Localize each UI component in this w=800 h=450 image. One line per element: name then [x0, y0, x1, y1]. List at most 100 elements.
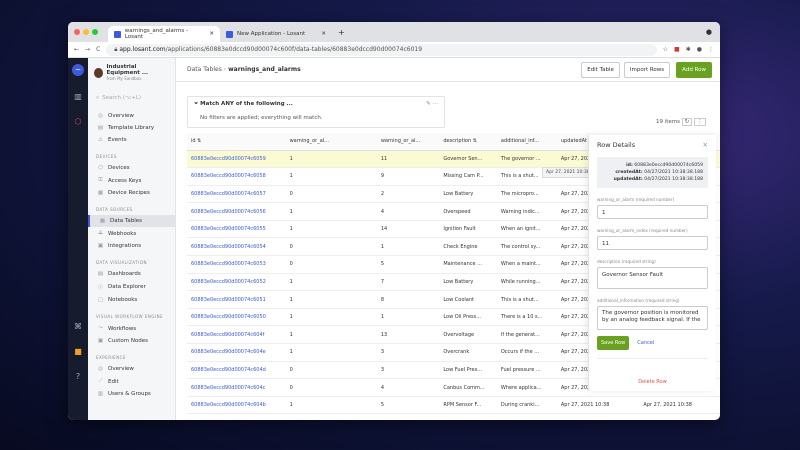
warning-or-alarm-input[interactable]: 1: [597, 205, 708, 219]
sidebar-item-icon: ⚿: [98, 177, 103, 183]
row-id-link[interactable]: 60883e0eccd90d00074c604b: [187, 396, 286, 415]
new-tab-button[interactable]: +: [338, 28, 345, 37]
edit-table-button[interactable]: Edit Table: [581, 61, 620, 78]
sidebar-item-overview[interactable]: ◎ Overview: [88, 110, 175, 122]
refresh-button[interactable]: ↻: [681, 118, 693, 126]
sidebar-item-webhooks[interactable]: ⟁ Webhooks: [88, 227, 175, 240]
description-textarea[interactable]: Governor Sensor Fault: [597, 267, 708, 289]
updated-label: updatedAt:: [613, 177, 643, 182]
cancel-button[interactable]: Cancel: [637, 340, 654, 346]
losant-logo-icon[interactable]: ~: [72, 64, 84, 76]
sidebar-item-dashboards[interactable]: ▤ Dashboards: [88, 268, 175, 280]
table-cell: 5: [376, 396, 440, 415]
back-icon[interactable]: ←: [74, 46, 79, 53]
sidebar-item-notebooks[interactable]: ▢ Notebooks: [88, 294, 175, 306]
row-id-link[interactable]: 60883e0eccd90d00074c6053: [187, 255, 286, 274]
warning-or-alarm-index-input[interactable]: 11: [597, 236, 708, 250]
table-cell: 8: [376, 290, 440, 309]
add-row-button[interactable]: Add Row: [676, 61, 712, 78]
sidebar-item-edit[interactable]: ⟋ Edit: [88, 375, 175, 388]
column-header[interactable]: warning_or_al...: [376, 133, 440, 151]
sidebar-item-data-tables[interactable]: ▦ Data Tables: [88, 215, 175, 227]
forward-icon[interactable]: →: [85, 46, 90, 53]
application-cube-icon[interactable]: ⬡: [75, 117, 82, 126]
url-input[interactable]: 🔒︎ app.losant.com/applications/60883e0dc…: [106, 43, 657, 56]
table-cell: Apr 27, 2021 10:38: [556, 396, 640, 415]
save-row-button[interactable]: Save Row: [597, 336, 630, 350]
row-updated: 04/27/2021 10:38:38.188: [644, 177, 703, 182]
sidebar-item-access-keys[interactable]: ⚿ Access Keys: [88, 174, 175, 187]
browser-tab[interactable]: New Application - Losant ✕: [220, 26, 332, 42]
sidebar-section-title: DATA VISUALIZATION: [96, 260, 148, 265]
row-id-link[interactable]: 60883e0eccd90d00074c604f: [187, 325, 286, 345]
row-id-link[interactable]: 60883e0eccd90d00074c6058: [187, 167, 286, 186]
row-id-link[interactable]: 60883e0eccd90d00074c604c: [187, 378, 286, 397]
table-cell: Apr 27, 2021 10:38: [639, 396, 720, 415]
table-cell: 0: [285, 255, 377, 274]
sidebar-item-events[interactable]: ⚠ Events: [88, 134, 175, 146]
additional-information-textarea[interactable]: The governor position is monitored by an…: [597, 306, 708, 330]
account-icon[interactable]: ●: [697, 46, 702, 53]
column-header[interactable]: additional_inf...: [496, 133, 557, 151]
row-details-panel: Row Details ✕ id: 60883e0eccd90d00074c605…: [588, 135, 716, 391]
row-id-link[interactable]: 60883e0eccd90d00074c6056: [187, 202, 286, 221]
breadcrumb-data-tables[interactable]: Data Tables: [187, 66, 222, 73]
table-row[interactable]: 60883e0eccd90d00074c604b 1 5 RPM Sensor F..…: [187, 396, 720, 415]
row-id-link[interactable]: 60883e0eccd90d00074c604e: [187, 343, 286, 362]
row-id-link[interactable]: 60883e0eccd90d00074c6059: [187, 150, 286, 169]
table-row[interactable]: 60883e0eccd90d00074c604a12High Coolant .…: [187, 413, 720, 420]
organization-avatar-icon[interactable]: ■: [74, 347, 82, 356]
table-cell: 1: [285, 202, 377, 221]
delete-row-button[interactable]: Delete Row: [597, 379, 708, 385]
integrations-icon[interactable]: ⌘: [74, 322, 82, 331]
table-cell: 5: [376, 255, 440, 274]
sidebar-item-workflows[interactable]: ⤳ Workflows: [88, 322, 175, 335]
sidebar-item-users-groups[interactable]: ▥ Users & Groups: [88, 388, 175, 400]
column-header[interactable]: id ⇅: [187, 133, 286, 151]
sidebar-item-device-recipes[interactable]: ▦ Device Recipes: [88, 187, 175, 199]
table-cell: 7: [376, 273, 440, 292]
maximize-window-button[interactable]: [92, 29, 98, 35]
row-id-link[interactable]: 60883e0eccd90d00074c6050: [187, 308, 286, 327]
filter-box[interactable]: ⏷ Match ANY of the following ... ✎ ⋯ No f…: [187, 96, 445, 128]
row-id-link[interactable]: 60883e0eccd90d00074c604a: [187, 413, 286, 420]
created-label: createdAt:: [615, 170, 643, 175]
table-cell: 1: [285, 396, 377, 415]
close-tab-icon[interactable]: ✕: [321, 31, 326, 37]
sidebar-item-icon: ▦: [97, 190, 104, 196]
row-id-link[interactable]: 60883e0eccd90d00074c6054: [187, 237, 286, 257]
edit-filter-icon[interactable]: ✎ ⋯: [426, 101, 438, 107]
row-id-link[interactable]: 60883e0eccd90d00074c6051: [187, 290, 286, 309]
column-header[interactable]: description ⇅: [439, 133, 497, 151]
sidebar-item-overview[interactable]: ◎ Overview: [88, 363, 175, 375]
row-id-link[interactable]: 60883e0eccd90d00074c6057: [187, 185, 286, 204]
help-icon[interactable]: ?: [76, 372, 80, 381]
sidebar-item-template-library[interactable]: ▤ Template Library: [88, 122, 175, 134]
row-id-link[interactable]: 60883e0eccd90d00074c6052: [187, 273, 286, 292]
sidebar-item-custom-nodes[interactable]: ▣ Custom Nodes: [88, 335, 175, 347]
column-header[interactable]: warning_or_al...: [285, 133, 377, 151]
browser-tab-active[interactable]: warnings_and_alarms - Losant ✕: [108, 26, 220, 42]
dashboard-icon[interactable]: ▥: [74, 92, 82, 101]
sidebar-item-integrations[interactable]: ▣ Integrations: [88, 240, 175, 252]
puzzle-icon[interactable]: ✱: [686, 46, 691, 53]
row-id-link[interactable]: 60883e0eccd90d00074c6055: [187, 220, 286, 239]
import-rows-button[interactable]: Import Rows: [623, 61, 671, 78]
extension-icon[interactable]: ■: [674, 46, 680, 53]
close-window-button[interactable]: [74, 29, 80, 35]
reload-icon[interactable]: C: [96, 46, 100, 53]
sidebar-search-input[interactable]: ⌕ Search (⌥+L): [96, 95, 167, 102]
sidebar-item-devices[interactable]: ⬡ Devices: [88, 162, 175, 174]
profile-menu-icon[interactable]: ●: [706, 28, 712, 36]
star-icon[interactable]: ☆: [663, 46, 668, 53]
row-id-link[interactable]: 60883e0eccd90d00074c604d: [187, 361, 286, 380]
minimize-window-button[interactable]: [83, 29, 89, 35]
sidebar-item-data-explorer[interactable]: ⓘ Data Explorer: [88, 280, 175, 294]
close-panel-icon[interactable]: ✕: [703, 141, 708, 149]
app-switcher[interactable]: Industrial Equipment ... from My Sandbox: [88, 64, 175, 81]
table-cell: The governor ...: [496, 150, 557, 169]
more-options-button[interactable]: ⋮: [694, 118, 706, 126]
table-cell: The control sy...: [496, 237, 557, 257]
menu-icon[interactable]: ⋮: [708, 46, 714, 53]
close-tab-icon[interactable]: ✕: [209, 31, 214, 37]
